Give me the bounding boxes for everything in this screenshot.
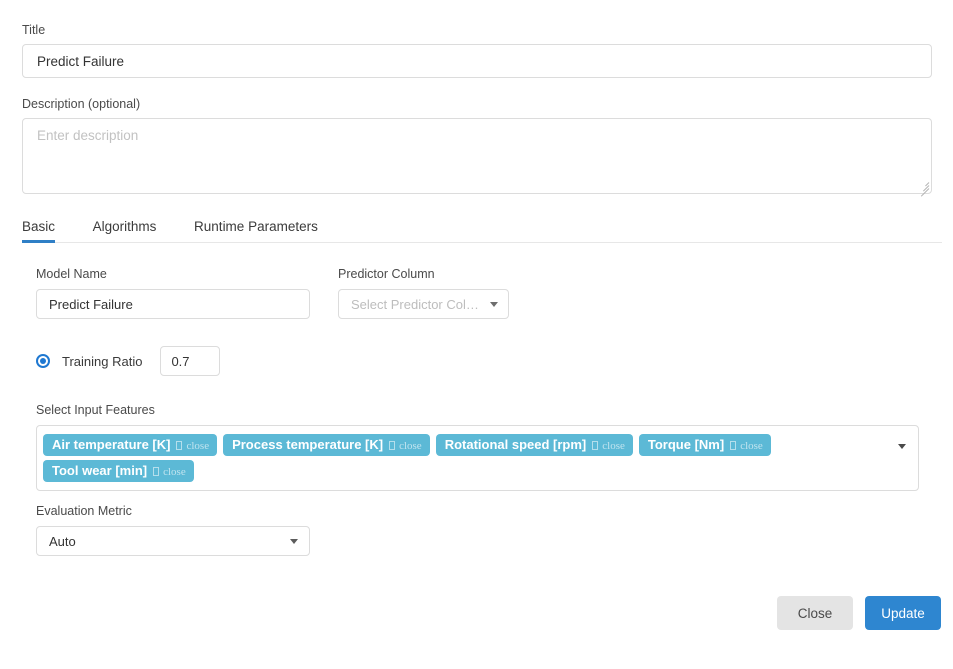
chip-label: Process temperature [K] bbox=[232, 437, 384, 452]
predictor-column-label: Predictor Column bbox=[338, 267, 435, 281]
description-textarea[interactable] bbox=[22, 118, 932, 194]
evaluation-metric-label: Evaluation Metric bbox=[36, 504, 132, 518]
footer-actions: Close Update bbox=[0, 596, 941, 630]
input-features-label: Select Input Features bbox=[36, 403, 155, 417]
predictor-column-field-group: Predictor Column Select Predictor Column bbox=[338, 266, 509, 319]
chip-close-icon[interactable]: close bbox=[176, 435, 209, 457]
chip-close-label: close bbox=[163, 466, 186, 478]
training-ratio-label: Training Ratio bbox=[62, 353, 143, 369]
model-config-form: Title Description (optional) Basic Algor… bbox=[0, 0, 953, 669]
feature-chip[interactable]: Torque [Nm] close bbox=[638, 434, 771, 457]
chip-close-icon[interactable]: close bbox=[389, 435, 422, 457]
title-label: Title bbox=[22, 23, 46, 37]
input-features-multiselect[interactable]: Air temperature [K] close Process temper… bbox=[36, 425, 919, 491]
feature-chip[interactable]: Rotational speed [rpm] close bbox=[435, 434, 633, 457]
chip-label: Torque [Nm] bbox=[647, 437, 725, 452]
title-field-group: Title bbox=[22, 22, 932, 78]
chip-close-icon[interactable]: close bbox=[153, 461, 186, 483]
training-ratio-row: Training Ratio bbox=[36, 346, 221, 376]
model-name-label: Model Name bbox=[36, 267, 107, 281]
model-name-input[interactable] bbox=[36, 289, 310, 319]
chip-label: Air temperature [K] bbox=[52, 437, 171, 452]
chip-close-icon[interactable]: close bbox=[730, 435, 763, 457]
description-field-group: Description (optional) bbox=[22, 96, 932, 197]
chevron-down-icon[interactable] bbox=[898, 444, 906, 449]
update-button[interactable]: Update bbox=[865, 596, 941, 630]
predictor-column-value: Select Predictor Column bbox=[351, 296, 483, 312]
chip-close-label: close bbox=[740, 440, 763, 452]
feature-chip[interactable]: Air temperature [K] close bbox=[43, 434, 218, 457]
description-label: Description (optional) bbox=[22, 97, 141, 111]
chip-close-icon[interactable]: close bbox=[592, 435, 625, 457]
chip-close-label: close bbox=[602, 440, 625, 452]
chip-list: Air temperature [K] close Process temper… bbox=[43, 432, 888, 484]
chip-label: Rotational speed [rpm] bbox=[444, 437, 587, 452]
chip-label: Tool wear [min] bbox=[52, 463, 148, 478]
model-name-field-group: Model Name bbox=[36, 266, 310, 319]
tab-basic[interactable]: Basic bbox=[22, 218, 56, 243]
tab-runtime-parameters[interactable]: Runtime Parameters bbox=[194, 218, 318, 242]
chip-close-label: close bbox=[399, 440, 422, 452]
title-input[interactable] bbox=[22, 44, 932, 78]
tab-bar: Basic Algorithms Runtime Parameters bbox=[22, 218, 942, 243]
evaluation-metric-field-group: Evaluation Metric Auto bbox=[36, 503, 310, 556]
feature-chip[interactable]: Tool wear [min] close bbox=[43, 460, 194, 482]
evaluation-metric-value: Auto bbox=[49, 533, 76, 549]
tab-algorithms[interactable]: Algorithms bbox=[93, 218, 157, 242]
chevron-down-icon bbox=[290, 538, 298, 544]
chevron-down-icon bbox=[490, 301, 498, 307]
predictor-column-select[interactable]: Select Predictor Column bbox=[338, 289, 509, 319]
training-ratio-radio[interactable] bbox=[36, 354, 50, 368]
input-features-field-group: Select Input Features Air temperature [K… bbox=[36, 402, 919, 491]
close-button[interactable]: Close bbox=[777, 596, 853, 630]
training-ratio-input[interactable] bbox=[160, 346, 221, 376]
evaluation-metric-select[interactable]: Auto bbox=[36, 526, 310, 556]
feature-chip[interactable]: Process temperature [K] close bbox=[223, 434, 430, 456]
chip-close-label: close bbox=[186, 440, 210, 452]
